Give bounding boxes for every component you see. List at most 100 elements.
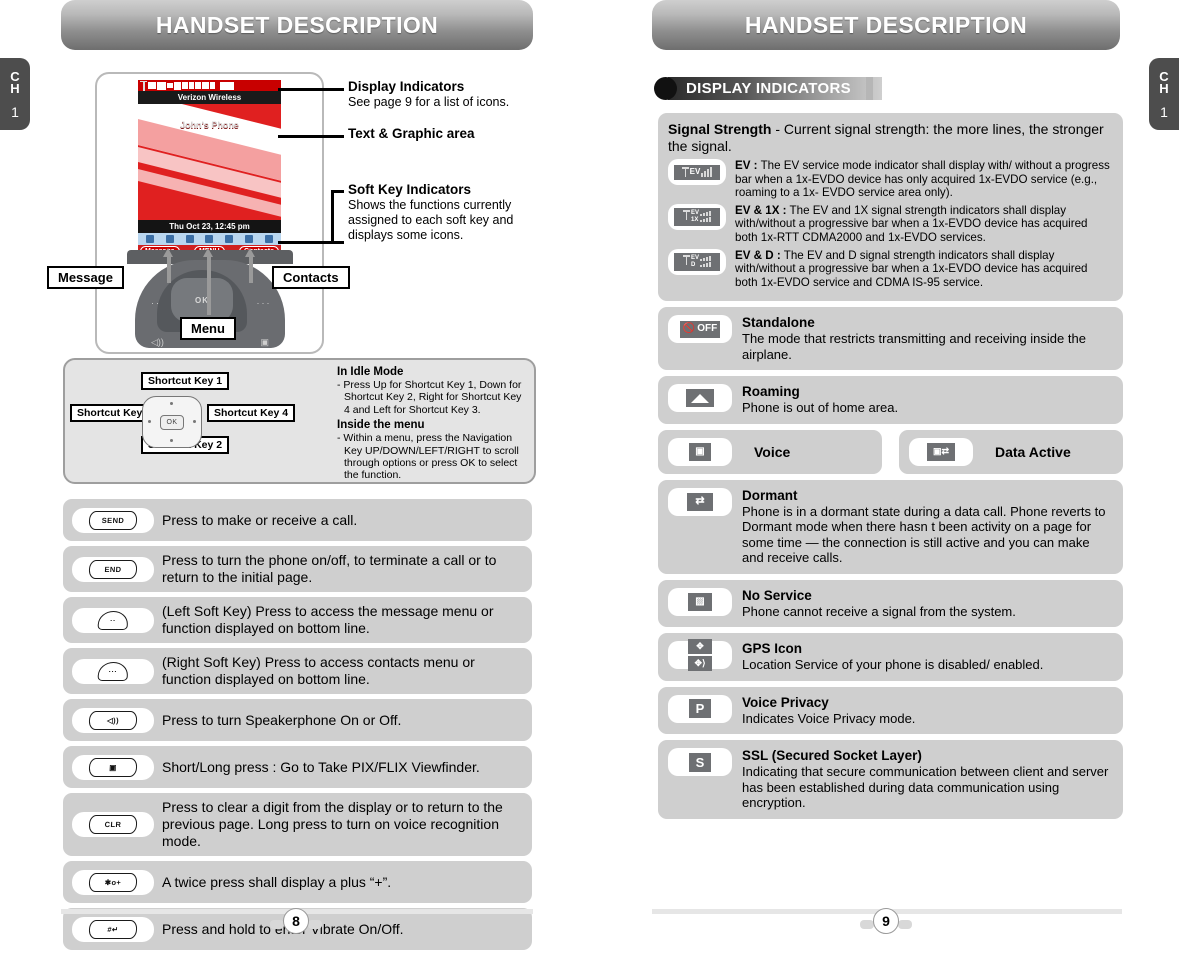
bullet-dot-icon bbox=[654, 77, 677, 100]
key-description: A twice press shall display a plus “+”. bbox=[162, 873, 392, 890]
table-row: END Press to turn the phone on/off, to t… bbox=[63, 546, 532, 592]
term: EV & 1X : bbox=[735, 203, 787, 217]
no-service-icon: ▨ bbox=[668, 587, 732, 616]
table-row: ▨ No Service Phone cannot receive a sign… bbox=[658, 579, 1123, 628]
indicator-text: The mode that restricts transmitting and… bbox=[742, 331, 1086, 362]
key-description: (Right Soft Key) Press to access contact… bbox=[162, 654, 475, 687]
roaming-icon bbox=[167, 83, 173, 88]
battery-icon bbox=[220, 81, 234, 90]
bluetooth-icon bbox=[210, 82, 215, 89]
key-cap-label: ▣ bbox=[88, 757, 138, 777]
voice-icon bbox=[174, 81, 181, 90]
date-time-label: Thu Oct 23, 12:45 pm bbox=[138, 220, 281, 233]
indicator-title: Voice Privacy bbox=[742, 694, 829, 710]
signal-ev-icon-label: EV bbox=[689, 167, 701, 176]
signal-ev-1x-icon: EV 1X bbox=[668, 203, 726, 230]
page-number-value: 8 bbox=[283, 908, 309, 934]
shortcut-key-1-label: Shortcut Key 1 bbox=[141, 372, 230, 390]
indicator-text: Phone is out of home area. bbox=[742, 400, 899, 416]
definition: The EV service mode indicator shall disp… bbox=[735, 159, 1110, 200]
indicator-title: No Service bbox=[742, 587, 812, 603]
shortcut-icon-1 bbox=[145, 235, 154, 243]
voice-privacy-icon bbox=[189, 82, 194, 89]
navigation-key-graphic: OK bbox=[142, 396, 202, 448]
chapter-letter-h: H bbox=[10, 80, 20, 96]
key-cap-label: ◁)) bbox=[88, 710, 138, 730]
page-number-left: 8 bbox=[268, 908, 324, 934]
indicator-title: SSL (Secured Socket Layer) bbox=[742, 748, 922, 764]
table-row: ✥ ✥⟩ GPS Icon Location Service of your p… bbox=[658, 633, 1123, 681]
ev-1x-icon bbox=[148, 82, 156, 89]
label-message: Message bbox=[47, 266, 124, 289]
key-description: Press to turn the phone on/off, to termi… bbox=[162, 552, 497, 585]
chapter-tab-left: C H 1 bbox=[0, 58, 30, 130]
page-title: HANDSET DESCRIPTION bbox=[61, 0, 533, 50]
table-row: CLR Press to clear a digit from the disp… bbox=[63, 793, 532, 856]
speakerphone-key-icon: ◁)) bbox=[72, 707, 154, 733]
key-description: (Left Soft Key) Press to access the mess… bbox=[162, 603, 494, 636]
signal-ev-icon: EV bbox=[668, 159, 726, 185]
key-cap-label: ·· bbox=[97, 610, 129, 630]
signal-strength-heading: Signal Strength - Current signal strengt… bbox=[668, 121, 1113, 155]
status-icon-strip bbox=[138, 80, 281, 91]
list-item: EV EV : The EV service mode indicator sh… bbox=[668, 159, 1113, 200]
definition: The EV and 1X signal strength indicators… bbox=[735, 203, 1088, 244]
indicator-text: Phone is in a dormant state during a dat… bbox=[742, 503, 1106, 566]
key-description: Press to make or receive a call. bbox=[162, 511, 358, 528]
callout-text-graphic-area: Text & Graphic area bbox=[348, 126, 563, 142]
indicator-title: GPS Icon bbox=[742, 641, 803, 657]
indicator-pair-row: ▣ Voice ▣⇄ Data Active bbox=[658, 429, 1123, 474]
section-header-display-indicators: DISPLAY INDICATORS bbox=[654, 75, 882, 102]
chapter-tab-right: C H 1 bbox=[1149, 58, 1179, 130]
inside-menu-heading: Inside the menu bbox=[337, 419, 425, 432]
key-cap-label: ··· bbox=[97, 661, 129, 681]
list-item-text: EV : The EV service mode indicator shall… bbox=[735, 159, 1113, 200]
callout-title: Display Indicators bbox=[348, 79, 465, 94]
table-row: ◁)) Press to turn Speakerphone On or Off… bbox=[63, 699, 532, 741]
send-key-icon: SEND bbox=[72, 507, 154, 533]
table-row: ▣⇄ Data Active bbox=[899, 429, 1123, 474]
callout-title: Text & Graphic area bbox=[348, 126, 475, 141]
term: EV : bbox=[735, 159, 758, 172]
indicator-list: Signal Strength - Current signal strengt… bbox=[658, 113, 1123, 825]
page-number-right: 9 bbox=[858, 908, 914, 934]
definition: The EV and D signal strength indicators … bbox=[735, 248, 1088, 289]
idle-mode-heading: In Idle Mode bbox=[337, 366, 404, 378]
term: EV & D : bbox=[735, 248, 781, 262]
gps-icon bbox=[182, 82, 188, 89]
callout-title: Soft Key Indicators bbox=[348, 182, 472, 197]
idle-mode-text: - Press Up for Shortcut Key 1, Down for … bbox=[337, 379, 522, 416]
voice-privacy-icon: P bbox=[668, 694, 732, 723]
roaming-icon bbox=[668, 384, 732, 413]
table-row: P Voice Privacy Indicates Voice Privacy … bbox=[658, 686, 1123, 735]
callout-body: Shows the functions currently assigned t… bbox=[348, 198, 514, 242]
table-row: ⇄ Dormant Phone is in a dormant state du… bbox=[658, 479, 1123, 574]
voice-icon: ▣ bbox=[668, 437, 732, 466]
table-row: ·· (Left Soft Key) Press to access the m… bbox=[63, 597, 532, 643]
signal-bars-icon bbox=[157, 81, 166, 90]
key-cap-label: CLR bbox=[88, 815, 138, 834]
shortcut-icon-row bbox=[138, 233, 281, 245]
key-description-list: SEND Press to make or receive a call. EN… bbox=[63, 499, 532, 955]
standalone-off-icon-label: OFF bbox=[697, 323, 718, 335]
navigation-key-diagram: Shortcut Key 1 Shortcut Key 2 Shortcut K… bbox=[65, 360, 333, 482]
text-graphic-area: John's Phone bbox=[138, 104, 281, 220]
gps-icon: ✥ ✥⟩ bbox=[668, 639, 732, 672]
indicator-title: Standalone bbox=[742, 315, 815, 331]
ok-button-label: OK bbox=[160, 414, 184, 430]
shortcut-icon-3 bbox=[185, 235, 194, 243]
table-row: 🚫 OFF Standalone The mode that restricts … bbox=[658, 307, 1123, 371]
callout-display-indicators: Display Indicators See page 9 for a list… bbox=[348, 79, 563, 110]
voice-privacy-icon-label: P bbox=[689, 699, 711, 719]
list-item: EV D EV & D : The EV and D signal strengt… bbox=[668, 248, 1113, 290]
key-description: Press to clear a digit from the display … bbox=[162, 799, 503, 849]
left-soft-key-icon: ·· bbox=[72, 607, 154, 633]
right-soft-key-icon: ··· bbox=[72, 658, 154, 684]
navigation-key: OK bbox=[171, 278, 233, 322]
key-description: Short/Long press : Go to Take PIX/FLIX V… bbox=[162, 758, 480, 775]
signal-strength-title: Signal Strength bbox=[668, 121, 772, 137]
label-menu: Menu bbox=[180, 317, 236, 340]
callout-soft-key-indicators: Soft Key Indicators Shows the functions … bbox=[348, 182, 553, 243]
end-key-icon: END bbox=[72, 556, 154, 582]
display-indicators-bar bbox=[138, 80, 281, 91]
